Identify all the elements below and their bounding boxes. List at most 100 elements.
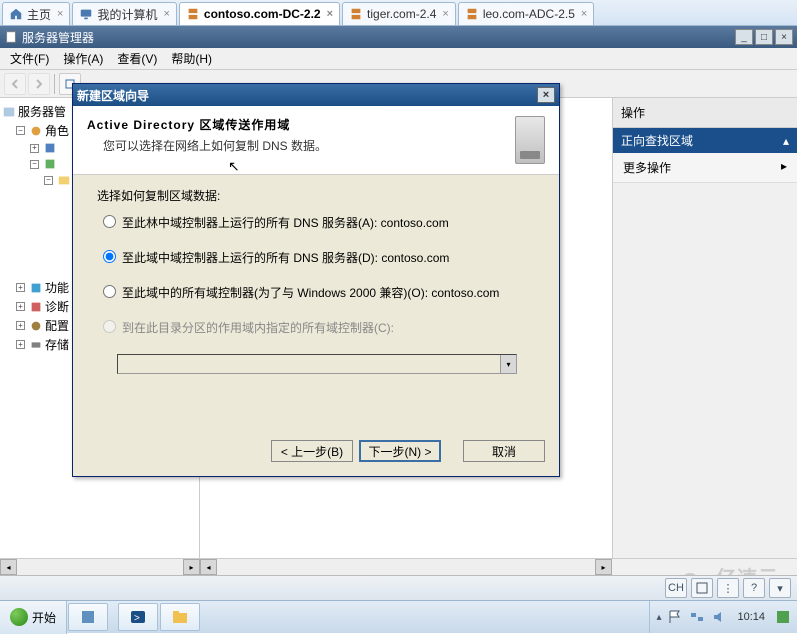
close-button[interactable]: × <box>775 29 793 45</box>
scroll-right-icon[interactable]: ▸ <box>183 559 200 575</box>
options-button[interactable]: ▾ <box>769 578 791 598</box>
next-button[interactable]: 下一步(N) > <box>359 440 441 462</box>
flag-icon[interactable] <box>667 609 683 625</box>
dialog-title: 新建区域向导 <box>77 87 149 104</box>
task-explorer[interactable] <box>160 603 200 631</box>
menu-action[interactable]: 操作(A) <box>57 50 109 67</box>
server-icon <box>2 105 16 119</box>
dialog-header: Active Directory 区域传送作用域 您可以选择在网络上如何复制 D… <box>73 106 559 175</box>
expand-icon[interactable]: + <box>16 321 25 330</box>
new-zone-wizard-dialog: 新建区域向导 × Active Directory 区域传送作用域 您可以选择在… <box>72 83 560 477</box>
clock[interactable]: 10:14 <box>733 611 769 623</box>
option-label: 至此域中域控制器上运行的所有 DNS 服务器(D): contoso.com <box>122 249 449 266</box>
expand-icon[interactable]: + <box>30 144 39 153</box>
tab-label: tiger.com-2.4 <box>367 7 436 21</box>
server-image-icon <box>515 116 545 164</box>
cancel-button[interactable]: 取消 <box>463 440 545 462</box>
monitor-icon <box>79 7 93 21</box>
collapse-icon[interactable]: − <box>16 126 25 135</box>
window-titlebar[interactable]: 服务器管理器 _ □ × <box>0 26 797 48</box>
chevron-down-icon: ▾ <box>500 355 516 373</box>
ime-button[interactable] <box>691 578 713 598</box>
ime-option-button[interactable]: ⋮ <box>717 578 739 598</box>
close-icon[interactable]: × <box>442 8 448 20</box>
scroll-right-icon[interactable]: ▸ <box>595 559 612 575</box>
tab-tiger[interactable]: tiger.com-2.4 × <box>342 2 456 25</box>
menu-view[interactable]: 查看(V) <box>111 50 163 67</box>
collapse-icon[interactable]: − <box>30 160 39 169</box>
tab-contoso[interactable]: contoso.com-DC-2.2 × <box>179 2 340 25</box>
expand-icon[interactable]: + <box>16 283 25 292</box>
scroll-left-icon[interactable]: ◂ <box>200 559 217 575</box>
dns-icon <box>43 157 57 171</box>
folder-icon <box>57 173 71 187</box>
tab-label: contoso.com-DC-2.2 <box>204 7 321 21</box>
expand-icon[interactable]: + <box>16 340 25 349</box>
actions-header: 操作 <box>613 98 797 128</box>
role-icon <box>43 141 57 155</box>
scrollbar-h-left[interactable]: ◂▸ <box>0 558 200 575</box>
system-tray: ▴ 10:14 <box>649 601 797 633</box>
tree-label: 配置 <box>45 317 69 334</box>
tab-mycomputer[interactable]: 我的计算机 × <box>72 2 176 25</box>
scroll-left-icon[interactable]: ◂ <box>0 559 17 575</box>
close-icon[interactable]: × <box>327 8 333 20</box>
partition-combo: ▾ <box>117 354 517 374</box>
tray-app-icon[interactable] <box>775 609 791 625</box>
network-icon[interactable] <box>689 609 705 625</box>
dialog-subheading: 您可以选择在网络上如何复制 DNS 数据。 <box>87 137 515 154</box>
menubar: 文件(F) 操作(A) 查看(V) 帮助(H) <box>0 48 797 70</box>
tab-leo[interactable]: leo.com-ADC-2.5 × <box>458 2 594 25</box>
lang-ch-button[interactable]: CH <box>665 578 687 598</box>
forward-button <box>28 73 50 95</box>
help-button[interactable]: ? <box>743 578 765 598</box>
app-icon <box>4 30 18 44</box>
maximize-button[interactable]: □ <box>755 29 773 45</box>
prompt-label: 选择如何复制区域数据: <box>97 187 535 204</box>
tray-up-icon[interactable]: ▴ <box>656 612 661 623</box>
option-allforest[interactable]: 至此林中域控制器上运行的所有 DNS 服务器(A): contoso.com <box>103 214 535 231</box>
close-icon[interactable]: × <box>57 8 63 20</box>
tab-home[interactable]: 主页 × <box>2 2 70 25</box>
radio-allforest[interactable] <box>103 215 116 228</box>
task-powershell[interactable]: > <box>118 603 158 631</box>
radio-alldc[interactable] <box>103 285 116 298</box>
actions-more[interactable]: 更多操作 ▸ <box>613 153 797 183</box>
tree-label: 存储 <box>45 336 69 353</box>
dialog-titlebar[interactable]: 新建区域向导 × <box>73 84 559 106</box>
menu-file[interactable]: 文件(F) <box>4 50 55 67</box>
tree-label: 诊断 <box>45 298 69 315</box>
action-label: 更多操作 <box>623 159 671 176</box>
expand-icon[interactable]: + <box>16 302 25 311</box>
dialog-buttons: < 上一步(B) 下一步(N) > 取消 <box>73 432 559 476</box>
task-server-manager[interactable] <box>68 603 108 631</box>
start-button[interactable]: 开始 <box>0 601 67 634</box>
dialog-heading: Active Directory 区域传送作用域 <box>87 116 515 133</box>
back-button[interactable]: < 上一步(B) <box>271 440 353 462</box>
time-text: 10:14 <box>737 611 765 623</box>
option-alldomain[interactable]: 至此域中域控制器上运行的所有 DNS 服务器(D): contoso.com <box>103 249 535 266</box>
taskbar: 开始 > ▴ 10:14 <box>0 600 797 633</box>
radio-partition <box>103 320 116 333</box>
features-icon <box>29 281 43 295</box>
menu-help[interactable]: 帮助(H) <box>165 50 218 67</box>
minimize-button[interactable]: _ <box>735 29 753 45</box>
collapse-icon[interactable]: − <box>44 176 53 185</box>
option-alldc[interactable]: 至此域中的所有域控制器(为了与 Windows 2000 兼容)(O): con… <box>103 284 535 301</box>
volume-icon[interactable] <box>711 609 727 625</box>
scrollbar-h-mid[interactable]: ◂▸ <box>200 558 612 575</box>
radio-alldomain[interactable] <box>103 250 116 263</box>
close-icon[interactable]: × <box>163 8 169 20</box>
section-label: 正向查找区域 <box>621 132 693 149</box>
dialog-close-button[interactable]: × <box>537 87 555 103</box>
window-title: 服务器管理器 <box>22 29 94 46</box>
actions-section[interactable]: 正向查找区域 ▴ <box>613 128 797 153</box>
diagnostics-icon <box>29 300 43 314</box>
option-label: 到在此目录分区的作用域内指定的所有域控制器(C): <box>122 319 394 336</box>
option-partition: 到在此目录分区的作用域内指定的所有域控制器(C): <box>103 319 535 336</box>
server-icon <box>186 7 200 21</box>
close-icon[interactable]: × <box>581 8 587 20</box>
actions-pane: 操作 正向查找区域 ▴ 更多操作 ▸ <box>612 98 797 558</box>
tree-label: 服务器管 <box>18 103 66 120</box>
option-label: 至此域中的所有域控制器(为了与 Windows 2000 兼容)(O): con… <box>122 284 499 301</box>
